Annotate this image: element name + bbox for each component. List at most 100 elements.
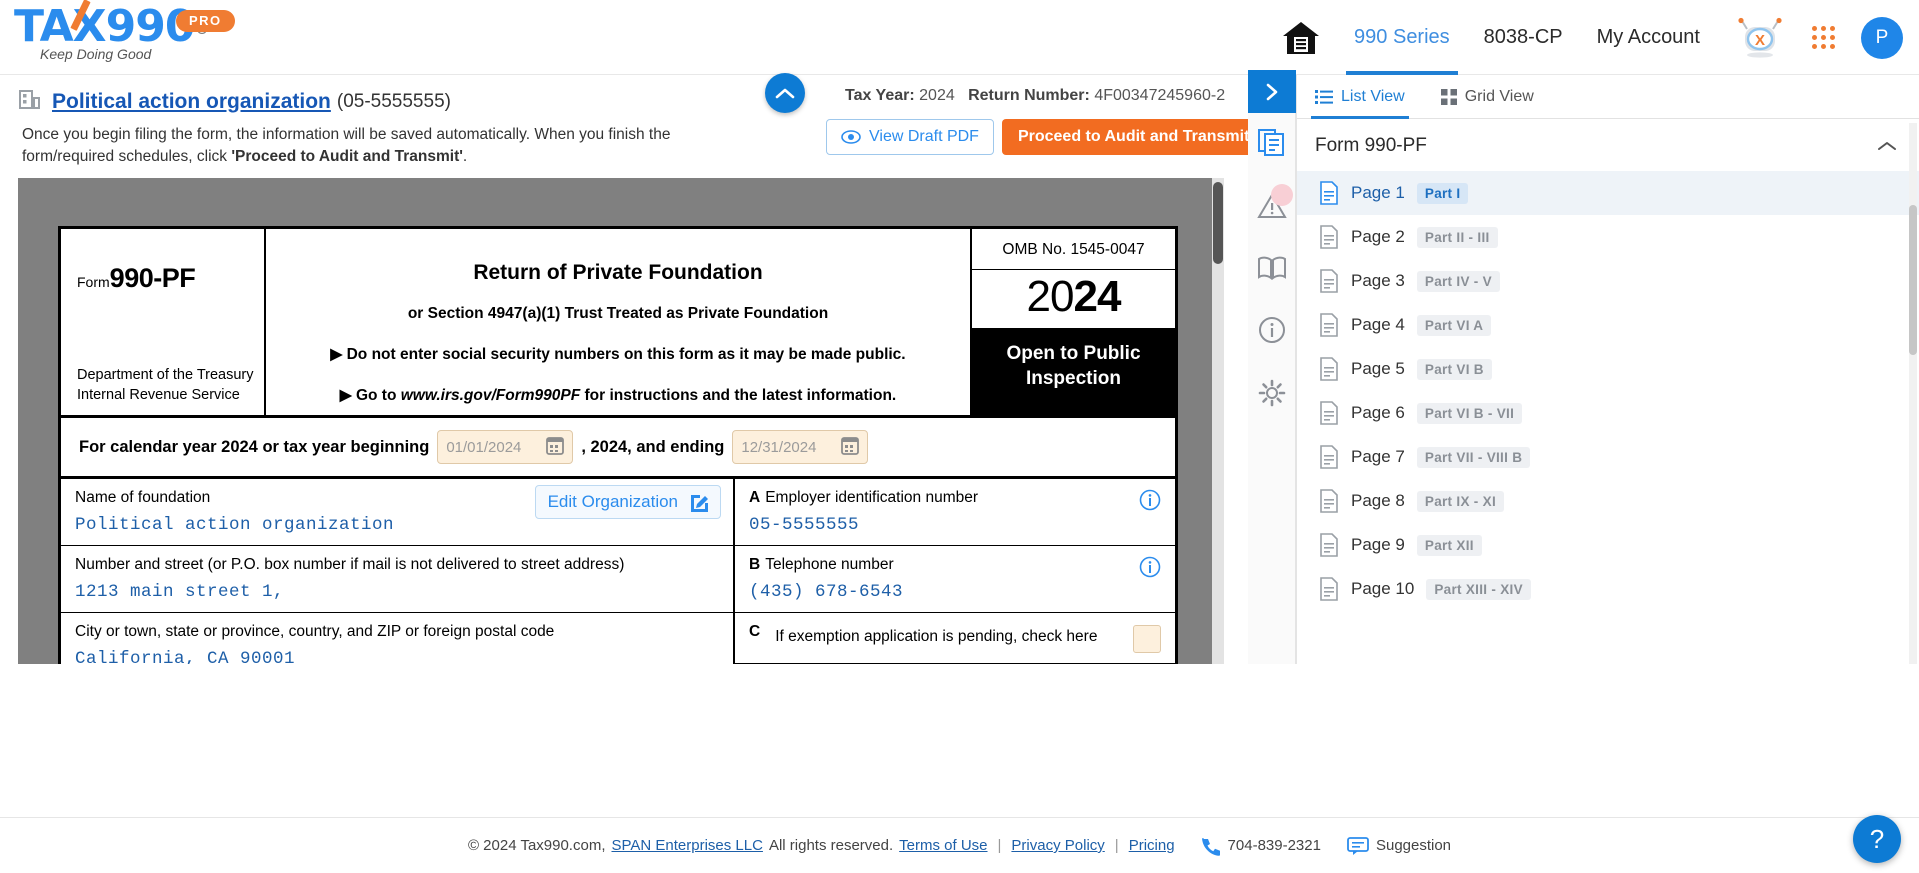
collapse-header-button[interactable] [765,73,805,113]
panel-scrollbar-thumb[interactable] [1909,205,1917,355]
page-list: Page 1 Part I Page 2 Part II - III Page … [1297,171,1919,611]
page-list-item[interactable]: Page 9 Part XII [1297,523,1919,567]
page-part-badge: Part VII - VIII B [1416,446,1531,468]
page-name: Page 5 [1351,359,1405,378]
telephone-value[interactable]: (435) 678-6543 [749,582,1161,602]
exemption-letter: C [749,623,761,640]
city-state-zip-value[interactable]: California, CA 90001 [75,649,719,664]
view-mode-tabs: List View Grid View [1297,75,1919,119]
exemption-pending-checkbox[interactable] [1133,625,1161,653]
city-state-zip-cell: City or town, state or province, country… [61,613,733,664]
chevron-right-icon [1266,83,1278,100]
page-list-item[interactable]: Page 8 Part IX - XI [1297,479,1919,523]
irs-link-text: www.irs.gov/Form990PF [400,387,581,404]
street-address-value[interactable]: 1213 main street 1, [75,582,719,602]
tab-grid-view[interactable]: Grid View [1440,75,1534,119]
primary-nav: 990 Series 8038-CP My Account X P [1282,0,1919,75]
form-word: Form [77,274,110,290]
ein-label: A Employer identification number [749,489,979,506]
tax-year-end-input[interactable]: 12/31/2024 [732,430,869,464]
footer-rights: All rights reserved. [768,837,894,854]
calendar-mid-label: , 2024, and ending [581,437,725,456]
page-list-item[interactable]: Page 7 Part VII - VIII B [1297,435,1919,479]
form-990pf-sheet: Form990-PF Department of the Treasury In… [58,226,1178,664]
form-header-block: Form990-PF Department of the Treasury In… [61,229,1175,418]
page-doc-icon [1320,533,1338,557]
viewer-scrollbar-track[interactable] [1212,178,1224,664]
view-draft-pdf-button[interactable]: View Draft PDF [826,119,994,155]
page-part-badge: Part XII [1416,534,1482,556]
city-state-zip-label: City or town, state or province, country… [75,623,555,640]
info-circle-icon[interactable] [1139,489,1161,516]
page-part-badge: Part VI B - VII [1416,402,1523,424]
app-logo[interactable]: TAX990® PRO Keep Doing Good [14,4,254,62]
foundation-info-grid: Name of foundation Edit Organization Pol… [61,479,1175,664]
footer-privacy-link[interactable]: Privacy Policy [1011,837,1104,854]
edit-pencil-icon [691,495,708,512]
return-meta: Tax Year: 2024 Return Number: 4F00347245… [845,87,1225,105]
page-list-item[interactable]: Page 1 Part I [1297,171,1919,215]
organization-name-link[interactable]: Political action organization [52,90,331,114]
page-list-item[interactable]: Page 3 Part IV - V [1297,259,1919,303]
edit-organization-button[interactable]: Edit Organization [534,485,721,519]
expand-panel-button[interactable] [1248,70,1296,113]
eye-icon [841,130,861,144]
telephone-cell: B Telephone number (435) 678-6543 [735,546,1175,613]
page-list-item[interactable]: Page 2 Part II - III [1297,215,1919,259]
panel-form-title-row[interactable]: Form 990-PF [1297,119,1919,171]
page-footer: © 2024 Tax990.com, SPAN Enterprises LLC … [0,817,1919,873]
ein-value: 05-5555555 [749,515,860,535]
tax-year-begin-input[interactable]: 01/01/2024 [437,430,574,464]
footer-terms-link[interactable]: Terms of Use [899,837,987,854]
footer-suggestion[interactable]: Suggestion [1347,836,1451,856]
edit-organization-label: Edit Organization [547,492,678,511]
page-doc-icon [1320,269,1338,293]
footer-copyright: © 2024 Tax990.com, [467,837,606,854]
page-doc-icon [1320,225,1338,249]
page-doc-icon [1320,357,1338,381]
viewer-scrollbar-thumb[interactable] [1213,182,1223,264]
calendar-icon[interactable] [841,435,860,459]
page-list-item[interactable]: Page 4 Part VI A [1297,303,1919,347]
tax-year-value: 2024 [919,87,955,104]
nav-990-series[interactable]: 990 Series [1346,0,1458,75]
page-list-item[interactable]: Page 5 Part VI B [1297,347,1919,391]
tab-list-view[interactable]: List View [1311,75,1409,119]
warning-triangle-icon[interactable] [1256,184,1293,225]
chevron-up-icon[interactable] [1877,140,1897,152]
robot-assistant-icon[interactable]: X [1734,17,1786,59]
footer-company-link[interactable]: SPAN Enterprises LLC [611,837,762,854]
dept-line-1: Department of the Treasury [77,367,254,383]
help-button[interactable]: ? [1853,815,1901,863]
info-circle-icon[interactable] [1139,556,1161,583]
calendar-icon[interactable] [546,435,565,459]
chat-icon [1347,836,1369,855]
user-avatar[interactable]: P [1861,16,1903,59]
exemption-pending-label: If exemption application is pending, che… [775,628,1098,645]
apps-grid-icon[interactable] [1812,26,1835,49]
page-list-item[interactable]: Page 6 Part VI B - VII [1297,391,1919,435]
info-circle-icon[interactable] [1258,316,1286,349]
home-icon[interactable] [1282,20,1320,56]
calendar-year-label: For calendar year 2024 or tax year begin… [79,437,430,456]
filing-note: Once you begin filing the form, the info… [22,126,671,165]
page-list-item[interactable]: Page 10 Part XIII - XIV [1297,567,1919,611]
calendar-year-row: For calendar year 2024 or tax year begin… [61,418,1175,479]
page-name: Page 7 [1351,447,1405,466]
page-part-badge: Part I [1416,182,1469,204]
department-block: Department of the Treasury Internal Reve… [77,365,264,405]
list-icon [1315,89,1333,104]
proceed-audit-transmit-button[interactable]: Proceed to Audit and Transmit [1001,119,1266,155]
warning-badge [1270,184,1293,206]
tab-list-view-label: List View [1341,87,1405,105]
gear-icon[interactable] [1258,379,1286,412]
footer-phone[interactable]: 704-839-2321 [1201,836,1321,856]
footer-pricing-link[interactable]: Pricing [1129,837,1175,854]
foundation-id-column: A Employer identification number 05-55555… [735,479,1175,664]
nav-8038-cp[interactable]: 8038-CP [1484,0,1563,75]
pages-panel: List View Grid View Form 990-PF Page 1 P… [1296,75,1919,664]
page-name: Page 8 [1351,491,1405,510]
documents-icon[interactable] [1257,127,1287,162]
nav-my-account[interactable]: My Account [1597,0,1700,75]
book-open-icon[interactable] [1257,255,1287,286]
